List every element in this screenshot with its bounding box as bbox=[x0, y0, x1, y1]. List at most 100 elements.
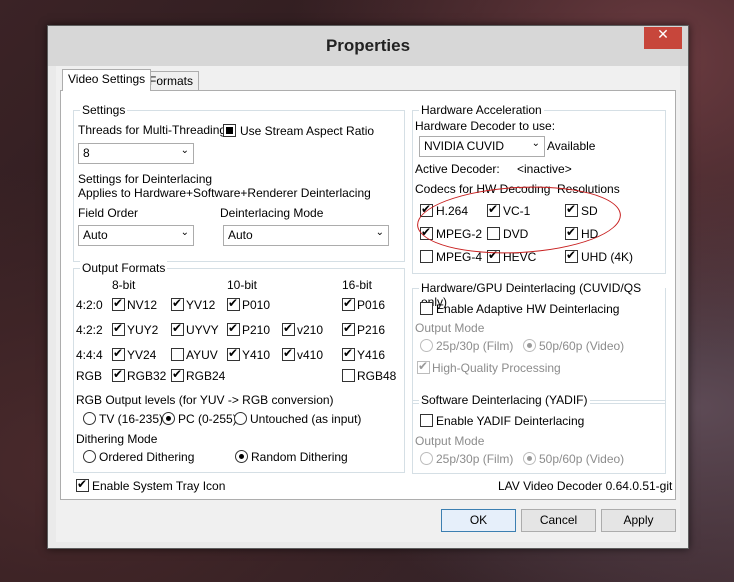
format-v410-label: v410 bbox=[297, 348, 324, 362]
row-rgb-label: RGB bbox=[76, 369, 103, 383]
format-uyvy-label: UYVY bbox=[186, 323, 219, 337]
codec-mpeg4-label: MPEG-4 bbox=[436, 250, 483, 264]
hw-accel-group-label: Hardware Acceleration bbox=[419, 103, 544, 117]
version-label: LAV Video Decoder 0.64.0.51-git bbox=[498, 479, 673, 493]
dialog-title: Properties bbox=[325, 36, 411, 55]
threads-value: 8 bbox=[83, 146, 90, 160]
format-yv24-label: YV24 bbox=[127, 348, 157, 362]
format-v210-label: v210 bbox=[297, 323, 324, 337]
dither-mode-label: Dithering Mode bbox=[76, 432, 158, 446]
sw-film-radio[interactable] bbox=[420, 452, 433, 465]
format-nv12-checkbox[interactable] bbox=[112, 296, 125, 311]
tab-formats[interactable]: Formats bbox=[143, 71, 200, 91]
hw-video-radio[interactable] bbox=[523, 339, 536, 352]
dither-ordered-radio[interactable] bbox=[83, 450, 96, 463]
threads-select[interactable]: 8 ⌄ bbox=[78, 143, 194, 164]
format-p216-checkbox[interactable] bbox=[342, 321, 355, 336]
hw-deint-enable-label: Enable Adaptive HW Deinterlacing bbox=[436, 302, 620, 316]
hw-film-label: 25p/30p (Film) bbox=[436, 339, 514, 353]
format-y410-label: Y410 bbox=[242, 348, 271, 362]
format-v410-checkbox[interactable] bbox=[282, 346, 295, 361]
level-tv-radio[interactable] bbox=[83, 412, 96, 425]
deint-settings-label: Settings for Deinterlacing bbox=[78, 172, 213, 186]
deint-mode-label: Deinterlacing Mode bbox=[220, 206, 324, 220]
dither-random-label: Random Dithering bbox=[251, 450, 348, 464]
level-untouched-label: Untouched (as input) bbox=[250, 412, 362, 426]
row-444-label: 4:4:4 bbox=[76, 348, 103, 362]
format-yv12-checkbox[interactable] bbox=[171, 296, 184, 311]
settings-group-label: Settings bbox=[80, 103, 128, 117]
header-8bit: 8-bit bbox=[112, 278, 136, 292]
format-rgb32-checkbox[interactable] bbox=[112, 367, 125, 382]
format-ayuv-checkbox[interactable] bbox=[171, 348, 184, 361]
format-p210-label: P210 bbox=[242, 323, 271, 337]
res-uhd-checkbox[interactable] bbox=[565, 248, 578, 263]
yadif-enable-checkbox[interactable] bbox=[420, 414, 433, 427]
format-yv24-checkbox[interactable] bbox=[112, 346, 125, 361]
header-10bit: 10-bit bbox=[227, 278, 258, 292]
hw-hq-label: High-Quality Processing bbox=[432, 361, 561, 375]
ok-button[interactable]: OK bbox=[441, 509, 516, 532]
chevron-down-icon: ⌄ bbox=[180, 227, 189, 238]
active-decoder-label: Active Decoder: bbox=[415, 162, 500, 176]
format-p016-checkbox[interactable] bbox=[342, 296, 355, 311]
format-y410-checkbox[interactable] bbox=[227, 346, 240, 361]
properties-dialog: Properties ✕ Video Settings Formats Sett… bbox=[47, 25, 689, 549]
hw-decoder-select[interactable]: NVIDIA CUVID ⌄ bbox=[419, 136, 545, 157]
close-button[interactable]: ✕ bbox=[644, 27, 682, 49]
deint-mode-select[interactable]: Auto ⌄ bbox=[223, 225, 389, 246]
sw-deint-group-label: Software Deinterlacing (YADIF) bbox=[419, 393, 590, 407]
output-formats-group-label: Output Formats bbox=[80, 261, 168, 275]
dither-random-radio[interactable] bbox=[235, 450, 248, 463]
sw-output-mode-label: Output Mode bbox=[415, 434, 485, 448]
hw-deint-group: Hardware/GPU Deinterlacing (CUVID/QS onl… bbox=[412, 281, 666, 404]
format-uyvy-checkbox[interactable] bbox=[171, 321, 184, 336]
format-yuy2-label: YUY2 bbox=[127, 323, 159, 337]
hw-video-label: 50p/60p (Video) bbox=[539, 339, 625, 353]
hw-film-radio[interactable] bbox=[420, 339, 433, 352]
format-p010-checkbox[interactable] bbox=[227, 296, 240, 311]
format-yv12-label: YV12 bbox=[186, 298, 216, 312]
format-rgb32-label: RGB32 bbox=[127, 369, 167, 383]
sw-video-label: 50p/60p (Video) bbox=[539, 452, 625, 466]
format-rgb48-label: RGB48 bbox=[357, 369, 397, 383]
hw-output-mode-label: Output Mode bbox=[415, 321, 485, 335]
row-420-label: 4:2:0 bbox=[76, 298, 103, 312]
cancel-button[interactable]: Cancel bbox=[521, 509, 596, 532]
codec-mpeg4-checkbox[interactable] bbox=[420, 250, 433, 263]
format-p210-checkbox[interactable] bbox=[227, 321, 240, 336]
hw-deint-enable-checkbox[interactable] bbox=[420, 302, 433, 315]
format-rgb24-checkbox[interactable] bbox=[171, 367, 184, 382]
sw-deint-group: Software Deinterlacing (YADIF) Enable YA… bbox=[412, 393, 666, 474]
level-pc-radio[interactable] bbox=[162, 412, 175, 425]
settings-group: Settings Threads for Multi-Threading 8 ⌄… bbox=[73, 103, 405, 262]
level-untouched-radio[interactable] bbox=[234, 412, 247, 425]
field-order-label: Field Order bbox=[78, 206, 139, 220]
header-16bit: 16-bit bbox=[342, 278, 373, 292]
format-rgb48-checkbox[interactable] bbox=[342, 369, 355, 382]
format-v210-checkbox[interactable] bbox=[282, 321, 295, 336]
format-yuy2-checkbox[interactable] bbox=[112, 321, 125, 336]
title-bar: Properties ✕ bbox=[48, 26, 688, 66]
field-order-select[interactable]: Auto ⌄ bbox=[78, 225, 194, 246]
format-ayuv-label: AYUV bbox=[186, 348, 218, 362]
hw-hq-checkbox[interactable] bbox=[417, 359, 430, 374]
hw-decoder-label: Hardware Decoder to use: bbox=[415, 119, 556, 133]
stream-aspect-checkbox[interactable] bbox=[223, 124, 236, 137]
chevron-down-icon: ⌄ bbox=[531, 138, 540, 149]
chevron-down-icon: ⌄ bbox=[375, 227, 384, 238]
format-y416-label: Y416 bbox=[357, 348, 386, 362]
format-rgb24-label: RGB24 bbox=[186, 369, 226, 383]
video-settings-panel: Settings Threads for Multi-Threading 8 ⌄… bbox=[60, 90, 676, 500]
system-tray-checkbox[interactable] bbox=[76, 477, 89, 492]
chevron-down-icon: ⌄ bbox=[180, 145, 189, 156]
apply-button[interactable]: Apply bbox=[601, 509, 676, 532]
sw-video-radio[interactable] bbox=[523, 452, 536, 465]
sw-film-label: 25p/30p (Film) bbox=[436, 452, 514, 466]
tab-video-settings[interactable]: Video Settings bbox=[62, 69, 152, 91]
available-status: Available bbox=[547, 139, 596, 153]
format-y416-checkbox[interactable] bbox=[342, 346, 355, 361]
field-order-value: Auto bbox=[83, 228, 108, 242]
yadif-enable-label: Enable YADIF Deinterlacing bbox=[436, 414, 585, 428]
dither-ordered-label: Ordered Dithering bbox=[99, 450, 195, 464]
